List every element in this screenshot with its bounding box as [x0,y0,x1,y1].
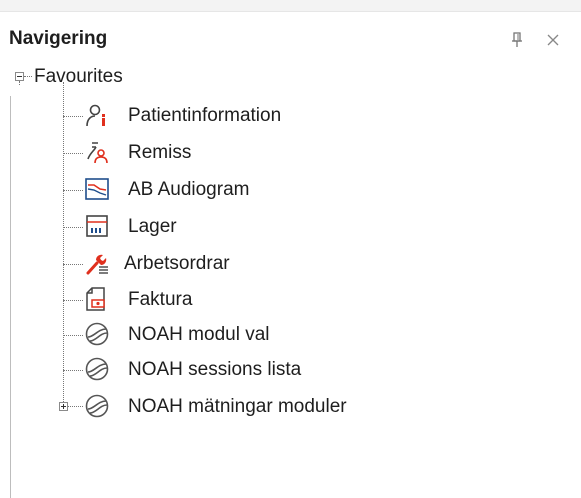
tree-connector [63,82,64,406]
invoice-icon [84,286,110,312]
work-order-icon [84,250,110,276]
tree-connector [63,264,83,265]
inventory-icon [84,213,110,239]
noah-icon [84,393,110,419]
tree-item-faktura[interactable]: Faktura [128,289,192,311]
tree-connector [63,153,83,154]
pin-icon[interactable] [508,31,526,49]
tree-item-ab-audiogram[interactable]: AB Audiogram [128,179,249,201]
tree-connector [63,370,83,371]
tree-item-patientinformation[interactable]: Patientinformation [128,105,281,127]
tree-item-noah-matningar-moduler[interactable]: NOAH mätningar moduler [128,396,347,418]
tree-connector [63,335,83,336]
noah-icon [84,356,110,382]
tree-item-arbetsordrar[interactable]: Arbetsordrar [124,253,230,275]
tree-item-noah-sessions-lista[interactable]: NOAH sessions lista [128,359,301,381]
top-strip [0,0,581,12]
tree-root-favourites[interactable]: Favourites [34,66,123,88]
tree-item-lager[interactable]: Lager [128,216,177,238]
expand-toggle[interactable] [59,402,68,411]
tree-item-remiss[interactable]: Remiss [128,142,191,164]
tree-connector [63,190,83,191]
panel-title: Navigering [9,28,108,49]
tree-connector [63,116,83,117]
tree-item-noah-modul-val[interactable]: NOAH modul val [128,324,270,346]
tree-connector [19,81,20,85]
close-icon[interactable] [543,30,563,50]
patient-info-icon [84,102,110,128]
tree-connector [24,76,32,77]
tree-connector [63,227,83,228]
navigation-tree: Favourites Patientinformation Remiss AB … [0,56,581,498]
panel-header: Navigering [0,12,581,56]
tree-connector [68,406,83,407]
audiogram-icon [84,176,110,202]
noah-icon [84,321,110,347]
referral-icon [84,139,110,165]
tree-connector [63,300,83,301]
collapse-toggle[interactable] [15,72,24,81]
